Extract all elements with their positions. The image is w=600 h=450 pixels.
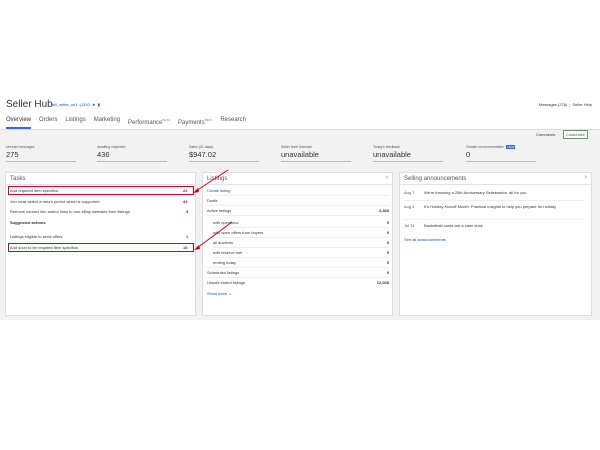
task-count[interactable]: 3: [186, 209, 188, 214]
announcement-item[interactable]: Jul 31 Basketball cards are a slam dunk: [404, 223, 584, 231]
metric-growth-recommendation[interactable]: Growth recommendation NEW 0: [466, 145, 546, 162]
messages-link[interactable]: Messages (276): [539, 102, 568, 107]
main-tabs: Overview Orders Listings Marketing Perfo…: [6, 115, 246, 129]
beta-badge: BETA: [204, 118, 213, 122]
feedback-score[interactable]: (1310: [79, 102, 89, 107]
tab-payments[interactable]: PaymentsBETA: [178, 115, 212, 129]
user-name[interactable]: bill_seller_us1: [52, 102, 77, 107]
tabs-divider: [0, 129, 600, 130]
announcements-panel: Selling announcements › Aug 7 We're thro…: [399, 172, 592, 316]
tab-orders[interactable]: Orders: [39, 115, 57, 129]
seller-user-link[interactable]: bill_seller_us1 (1310 ★ ▮: [52, 102, 100, 107]
suggested-count[interactable]: 18: [183, 245, 187, 250]
metrics-bar: Unread messages 275 Awaiting shipment 43…: [0, 145, 600, 170]
metric-sales[interactable]: Sales (31 days) $947.02: [189, 145, 269, 162]
tasks-title: Tasks: [10, 176, 26, 182]
task-count[interactable]: 22: [183, 188, 187, 193]
chevron-down-icon: ⌄: [228, 291, 232, 296]
suggested-item[interactable]: Listings eligible to send offers: [10, 234, 62, 239]
announcement-item[interactable]: Aug 4 It's Holiday Kickoff Month: Practi…: [404, 204, 584, 216]
tasks-panel: Tasks Add required item specifics 22 You…: [5, 172, 196, 316]
listing-row-unsold[interactable]: Unsold ended listings 12,008: [207, 280, 389, 289]
task-item[interactable]: Remove contact info and/or links to non-…: [10, 209, 130, 214]
chevron-right-icon[interactable]: ›: [585, 174, 587, 181]
tab-overview[interactable]: Overview: [6, 115, 32, 129]
customize-button[interactable]: Customize: [563, 130, 588, 139]
announcements-title: Selling announcements: [404, 176, 467, 182]
top-right-links: Messages (276) | Seller Help: [538, 102, 592, 107]
top-bar: Seller Hub bill_seller_us1 (1310 ★ ▮ Mes…: [0, 96, 600, 130]
suggested-actions-heading: Suggested actions: [10, 220, 46, 225]
tab-performance[interactable]: PerformanceBETA: [128, 115, 170, 129]
tab-marketing[interactable]: Marketing: [94, 115, 120, 129]
new-badge: NEW: [506, 145, 516, 149]
tab-listings[interactable]: Listings: [65, 115, 85, 129]
show-more-link[interactable]: Show more ⌄: [207, 291, 389, 300]
star-icon: ★: [91, 102, 96, 107]
bookmark-icon: ▮: [97, 102, 100, 107]
suggested-item[interactable]: Add soon to be required item specifics: [10, 245, 78, 250]
task-count[interactable]: 44: [183, 199, 187, 204]
comments-button[interactable]: Comments: [536, 132, 555, 137]
page-title: Seller Hub: [6, 99, 53, 110]
task-item[interactable]: You must select a return period which is…: [10, 199, 99, 204]
tab-research[interactable]: Research: [220, 115, 246, 129]
chevron-right-icon[interactable]: ›: [386, 174, 388, 181]
see-all-announcements-link[interactable]: See all announcements: [404, 237, 584, 245]
metric-unread-messages[interactable]: Unread messages 275: [6, 145, 86, 162]
listings-title: Listings: [207, 176, 228, 182]
metric-seller-level[interactable]: Seller level forecast unavailable: [281, 145, 361, 162]
listings-panel: Listings › Create listing Drafts Active …: [202, 172, 393, 316]
seller-hub-screenshot: Seller Hub bill_seller_us1 (1310 ★ ▮ Mes…: [0, 96, 600, 320]
task-item[interactable]: Add required item specifics: [10, 188, 58, 193]
metric-awaiting-shipment[interactable]: Awaiting shipment 436: [97, 145, 177, 162]
metric-todays-feedback[interactable]: Today's feedback unavailable: [373, 145, 453, 162]
announcement-item[interactable]: Aug 7 We're throwing a 25th Anniversary …: [404, 190, 584, 198]
seller-help-link[interactable]: Seller Help: [572, 102, 592, 107]
suggested-count[interactable]: 1: [186, 234, 188, 239]
beta-badge: BETA: [162, 118, 171, 122]
